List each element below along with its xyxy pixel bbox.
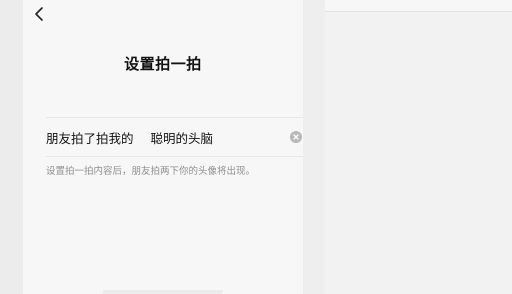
app-window: 设置拍一拍 朋友拍了拍我的 聪明的头脑 设置拍一拍内容后，朋友拍两下你的头像将出…	[0, 0, 512, 294]
page-title: 设置拍一拍	[124, 55, 202, 73]
pat-text-input[interactable]: 聪明的头脑	[151, 128, 290, 147]
pat-settings-panel: 设置拍一拍 朋友拍了拍我的 聪明的头脑 设置拍一拍内容后，朋友拍两下你的头像将出…	[23, 0, 304, 294]
right-pane	[325, 0, 512, 294]
pat-input-row[interactable]: 朋友拍了拍我的 聪明的头脑	[46, 118, 304, 156]
pat-prefix-label: 朋友拍了拍我的	[46, 130, 134, 146]
chevron-left-icon	[35, 7, 43, 21]
right-pane-topbar	[325, 0, 512, 12]
pane-divider	[303, 0, 325, 294]
bottom-handle	[103, 290, 223, 294]
clear-circle-icon	[293, 134, 299, 140]
divider-bottom	[46, 156, 304, 157]
clear-button[interactable]	[290, 131, 302, 143]
hint-text: 设置拍一拍内容后，朋友拍两下你的头像将出现。	[46, 166, 256, 177]
back-button[interactable]	[31, 5, 47, 23]
